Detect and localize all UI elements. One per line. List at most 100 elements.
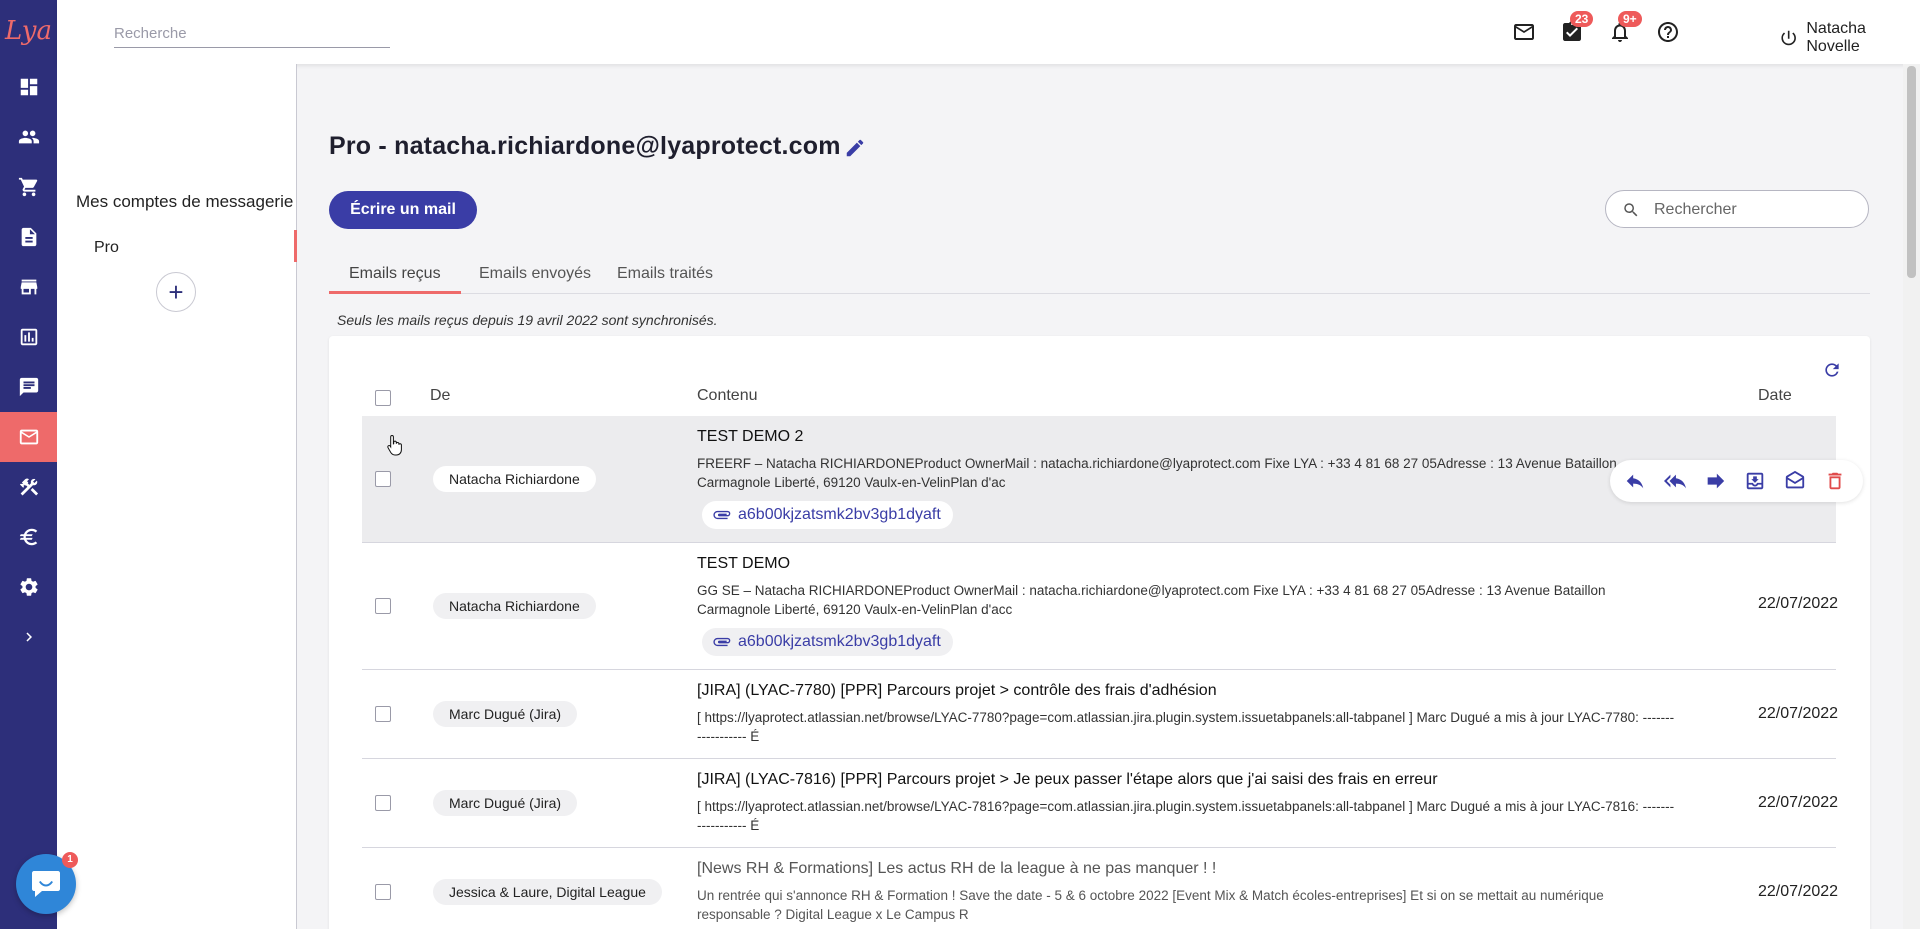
- header-help-button[interactable]: [1656, 20, 1680, 44]
- chat-badge: 1: [62, 852, 78, 868]
- chat-widget-button[interactable]: 1: [16, 852, 78, 914]
- nav-mail[interactable]: [0, 412, 57, 462]
- tab-processed[interactable]: Emails traités: [597, 260, 733, 294]
- attachment-chip[interactable]: a6b00kjzatsmk2bv3gb1dyaft: [702, 628, 953, 656]
- mail-tabs: Emails reçus Emails envoyés Emails trait…: [329, 260, 1870, 294]
- email-excerpt: Un rentrée qui s'annonce RH & Formation …: [697, 888, 1604, 922]
- accounts-title: Mes comptes de messagerie: [76, 192, 294, 211]
- sender-chip: Natacha Richiardone: [433, 593, 596, 619]
- attachment-chip[interactable]: a6b00kjzatsmk2bv3gb1dyaft: [702, 501, 953, 529]
- nav-cart[interactable]: [0, 162, 57, 212]
- chat-bubble-icon: [32, 871, 60, 897]
- edit-account-button[interactable]: [844, 137, 866, 159]
- paperclip-icon: [713, 510, 731, 520]
- nav-stats[interactable]: [0, 312, 57, 362]
- document-icon: [21, 227, 36, 247]
- nav-dashboard[interactable]: [0, 62, 57, 112]
- table-row[interactable]: Marc Dugué (Jira) [JIRA] (LYAC-7816) [PP…: [362, 759, 1839, 848]
- email-subject: TEST DEMO 2: [697, 428, 804, 445]
- tab-received[interactable]: Emails reçus: [329, 260, 461, 294]
- table-row[interactable]: Natacha Richiardone TEST DEMO 2 FREERF –…: [362, 416, 1863, 543]
- attachment-name: a6b00kjzatsmk2bv3gb1dyaft: [738, 506, 941, 523]
- chevron-right-icon: [25, 632, 32, 642]
- store-icon: [20, 279, 37, 295]
- row-checkbox[interactable]: [375, 884, 391, 900]
- row-checkbox[interactable]: [375, 706, 391, 722]
- table-row[interactable]: Jessica & Laure, Digital League [News RH…: [362, 848, 1838, 929]
- sender-chip: Natacha Richiardone: [433, 466, 596, 492]
- nav-store[interactable]: [0, 262, 57, 312]
- mark-read-icon: [1785, 470, 1805, 489]
- column-header-content: Contenu: [697, 387, 758, 404]
- reply-all-button[interactable]: [1664, 470, 1686, 492]
- email-excerpt: FREERF – Natacha RICHIARDONEProduct Owne…: [697, 456, 1617, 490]
- row-checkbox[interactable]: [375, 471, 391, 487]
- nav-tools[interactable]: [0, 462, 57, 512]
- nav-expand[interactable]: [0, 612, 57, 662]
- lya-logo[interactable]: Lya: [0, 0, 57, 62]
- email-subject: [News RH & Formations] Les actus RH de l…: [697, 860, 1217, 877]
- reply-icon: [1626, 474, 1644, 489]
- refresh-icon: [1825, 363, 1839, 377]
- archive-button[interactable]: [1744, 470, 1766, 492]
- tasks-badge: 23: [1570, 11, 1594, 27]
- tools-icon: [19, 478, 38, 496]
- chat-icon: [19, 377, 38, 397]
- help-icon: [1658, 22, 1678, 42]
- select-all-checkbox[interactable]: [375, 390, 391, 406]
- nav-chat[interactable]: [0, 362, 57, 412]
- reply-all-icon: [1664, 474, 1686, 489]
- email-subject: [JIRA] (LYAC-7780) [PPR] Parcours projet…: [697, 682, 1217, 699]
- compose-button[interactable]: Écrire un mail: [329, 191, 477, 229]
- gear-icon: [19, 578, 38, 596]
- top-header: 23 9+ Natacha Novelle: [57, 0, 1920, 64]
- mail-icon: [19, 429, 38, 445]
- nav-contacts[interactable]: [0, 112, 57, 162]
- mark-read-button[interactable]: [1784, 470, 1806, 492]
- power-icon: [1781, 30, 1796, 46]
- nav-finance[interactable]: [0, 512, 57, 562]
- mail-search-input[interactable]: [1654, 199, 1854, 221]
- header-notifications-button[interactable]: 9+: [1608, 11, 1642, 44]
- table-header: De Contenu Date: [362, 380, 1836, 416]
- global-search-input[interactable]: [114, 20, 390, 48]
- header-mail-button[interactable]: [1512, 20, 1536, 44]
- column-header-date: Date: [1758, 387, 1792, 404]
- row-checkbox[interactable]: [375, 598, 391, 614]
- hand-cursor-icon: [387, 434, 402, 456]
- page-scrollbar[interactable]: [1903, 64, 1920, 929]
- reply-button[interactable]: [1624, 470, 1646, 492]
- euro-icon: [19, 528, 37, 546]
- nav-documents[interactable]: [0, 212, 57, 262]
- delete-button[interactable]: [1824, 470, 1846, 492]
- archive-icon: [1746, 472, 1764, 490]
- table-row[interactable]: Marc Dugué (Jira) [JIRA] (LYAC-7780) [PP…: [362, 670, 1838, 759]
- email-date: 22/07/2022: [1758, 595, 1839, 612]
- header-tasks-button[interactable]: 23: [1560, 11, 1594, 44]
- refresh-button[interactable]: [1822, 360, 1842, 380]
- column-header-from: De: [430, 387, 451, 404]
- email-date: 22/07/2022: [1758, 794, 1839, 811]
- email-subject: [JIRA] (LYAC-7816) [PPR] Parcours projet…: [697, 771, 1438, 788]
- nav-settings[interactable]: [0, 562, 57, 612]
- sender-chip: Marc Dugué (Jira): [433, 701, 578, 727]
- row-checkbox[interactable]: [375, 795, 391, 811]
- forward-button[interactable]: [1704, 470, 1726, 492]
- tab-sent[interactable]: Emails envoyés: [459, 260, 611, 294]
- search-icon: [1624, 203, 1638, 217]
- sender-chip: Jessica & Laure, Digital League: [433, 879, 662, 905]
- paperclip-icon: [713, 637, 731, 647]
- user-menu[interactable]: Natacha Novelle: [1779, 20, 1920, 56]
- scrollbar-thumb[interactable]: [1907, 66, 1916, 278]
- cart-icon: [18, 177, 37, 197]
- email-list-card: De Contenu Date Natacha Richiardone TEST…: [329, 336, 1870, 929]
- mail-accounts-panel: Mes comptes de messagerie Pro +: [57, 64, 297, 929]
- mail-search: [1605, 190, 1869, 228]
- mail-main: Pro - natacha.richiardone@lyaprotect.com…: [298, 64, 1898, 929]
- add-account-button[interactable]: +: [156, 272, 196, 312]
- account-item-pro[interactable]: Pro: [76, 230, 297, 262]
- stats-icon: [20, 328, 37, 346]
- contacts-icon: [18, 130, 39, 144]
- table-row[interactable]: Natacha Richiardone TEST DEMO GG SE – Na…: [362, 543, 1839, 670]
- row-actions: [1610, 460, 1863, 502]
